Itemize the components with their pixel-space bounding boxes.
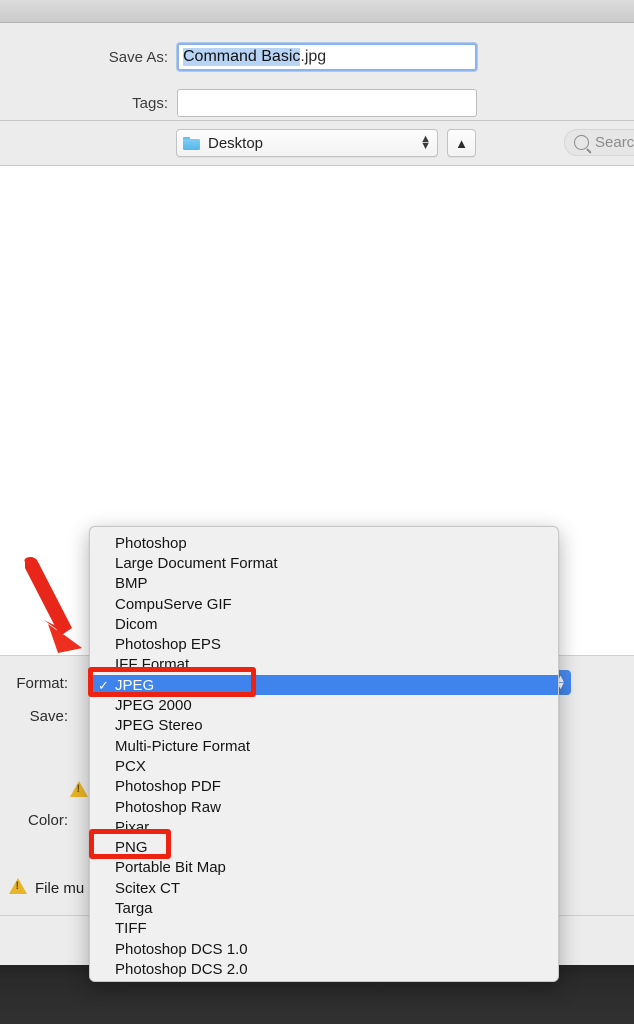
- format-label: Format:: [16, 675, 68, 692]
- menu-item-format[interactable]: Large Document Format: [90, 553, 558, 573]
- menu-item-format[interactable]: Targa: [90, 898, 558, 918]
- color-label: Color:: [27, 812, 68, 829]
- checkmark-icon: ✓: [98, 677, 109, 693]
- menu-item-format[interactable]: IFF Format: [90, 655, 558, 675]
- menu-item-format[interactable]: Photoshop PDF: [90, 777, 558, 797]
- menu-item-format[interactable]: Pixar: [90, 817, 558, 837]
- menu-item-label: Photoshop PDF: [115, 778, 221, 796]
- menu-item-label: Photoshop Raw: [115, 798, 221, 816]
- window-titlebar: [0, 0, 634, 23]
- search-placeholder-text: Searc: [595, 134, 634, 151]
- menu-item-label: Photoshop DCS 2.0: [115, 960, 248, 978]
- filename-input[interactable]: Command Basic .jpg: [177, 43, 477, 71]
- tags-label: Tags:: [132, 94, 168, 112]
- search-icon: [574, 135, 589, 150]
- folder-icon: [183, 136, 200, 150]
- menu-item-label: Large Document Format: [115, 554, 278, 572]
- menu-item-label: CompuServe GIF: [115, 595, 232, 613]
- menu-item-label: JPEG 2000: [115, 697, 192, 715]
- menu-item-format[interactable]: Multi-Picture Format: [90, 736, 558, 756]
- tags-row: Tags:: [0, 89, 500, 117]
- menu-item-label: Photoshop EPS: [115, 636, 221, 654]
- menu-item-label: Dicom: [115, 615, 158, 633]
- menu-item-label: Photoshop DCS 1.0: [115, 940, 248, 958]
- menu-item-label: JPEG Stereo: [115, 717, 203, 735]
- menu-item-label: Multi-Picture Format: [115, 737, 251, 755]
- menu-item-label: BMP: [115, 575, 148, 593]
- menu-item-label: Photoshop: [115, 534, 187, 552]
- menu-item-format[interactable]: Photoshop EPS: [90, 634, 558, 654]
- warning-triangle-icon: [70, 781, 88, 797]
- save-as-label: Save As:: [108, 48, 168, 66]
- menu-item-format[interactable]: Dicom: [90, 614, 558, 634]
- menu-item-format[interactable]: Photoshop Raw: [90, 797, 558, 817]
- chevron-up-down-icon: ▲ ▼: [420, 133, 431, 152]
- menu-item-format[interactable]: BMP: [90, 574, 558, 594]
- menu-item-format[interactable]: Scitex CT: [90, 878, 558, 898]
- path-toolbar: Desktop ▲ ▼ ▲ Searc: [0, 121, 634, 166]
- menu-item-label: PCX: [115, 757, 146, 775]
- menu-item-label: JPEG: [115, 676, 155, 694]
- menu-item-format[interactable]: JPEG 2000: [90, 695, 558, 715]
- menu-item-format[interactable]: TIFF: [90, 919, 558, 939]
- menu-item-label: Portable Bit Map: [115, 859, 226, 877]
- filename-selected-text: Command Basic: [183, 48, 301, 66]
- menu-item-label: TIFF: [115, 920, 147, 938]
- menu-item-format[interactable]: Portable Bit Map: [90, 858, 558, 878]
- menu-item-format[interactable]: PCX: [90, 756, 558, 776]
- save-panel-header: Save As: Command Basic .jpg Tags:: [0, 23, 634, 121]
- menu-item-label: PNG: [115, 839, 148, 857]
- format-dropdown-menu[interactable]: Photoshop Large Document Format BMP CompuSe…: [89, 526, 559, 982]
- menu-item-label: Targa: [115, 899, 153, 917]
- go-up-button[interactable]: ▲: [447, 129, 476, 157]
- menu-item-format[interactable]: CompuServe GIF: [90, 594, 558, 614]
- file-must-text: File mu: [35, 880, 85, 897]
- save-dialog-window: Save As: Command Basic .jpg Tags: Desktop…: [0, 0, 634, 1024]
- menu-item-label: Scitex CT: [115, 879, 181, 897]
- menu-item-format[interactable]: ✓ JPEG: [90, 675, 558, 696]
- menu-item-format[interactable]: Photoshop DCS 2.0: [90, 959, 558, 979]
- tags-input[interactable]: [177, 89, 477, 117]
- filename-extension-text: .jpg: [300, 48, 327, 65]
- save-as-row: Save As: Command Basic .jpg: [0, 43, 500, 71]
- menu-item-format[interactable]: Photoshop DCS 1.0: [90, 939, 558, 959]
- warning-triangle-icon: [9, 878, 27, 894]
- menu-item-label: IFF Format: [115, 656, 190, 674]
- menu-item-label: Pixar: [115, 818, 150, 836]
- menu-item-format[interactable]: PNG: [90, 837, 558, 857]
- location-popup-button[interactable]: Desktop ▲ ▼: [176, 129, 438, 157]
- save-label: Save:: [29, 708, 68, 725]
- location-label: Desktop: [208, 134, 264, 152]
- search-input[interactable]: Searc: [564, 129, 634, 156]
- menu-item-format[interactable]: Photoshop: [90, 533, 558, 553]
- menu-item-format[interactable]: JPEG Stereo: [90, 716, 558, 736]
- chevron-up-icon: ▲: [455, 135, 468, 151]
